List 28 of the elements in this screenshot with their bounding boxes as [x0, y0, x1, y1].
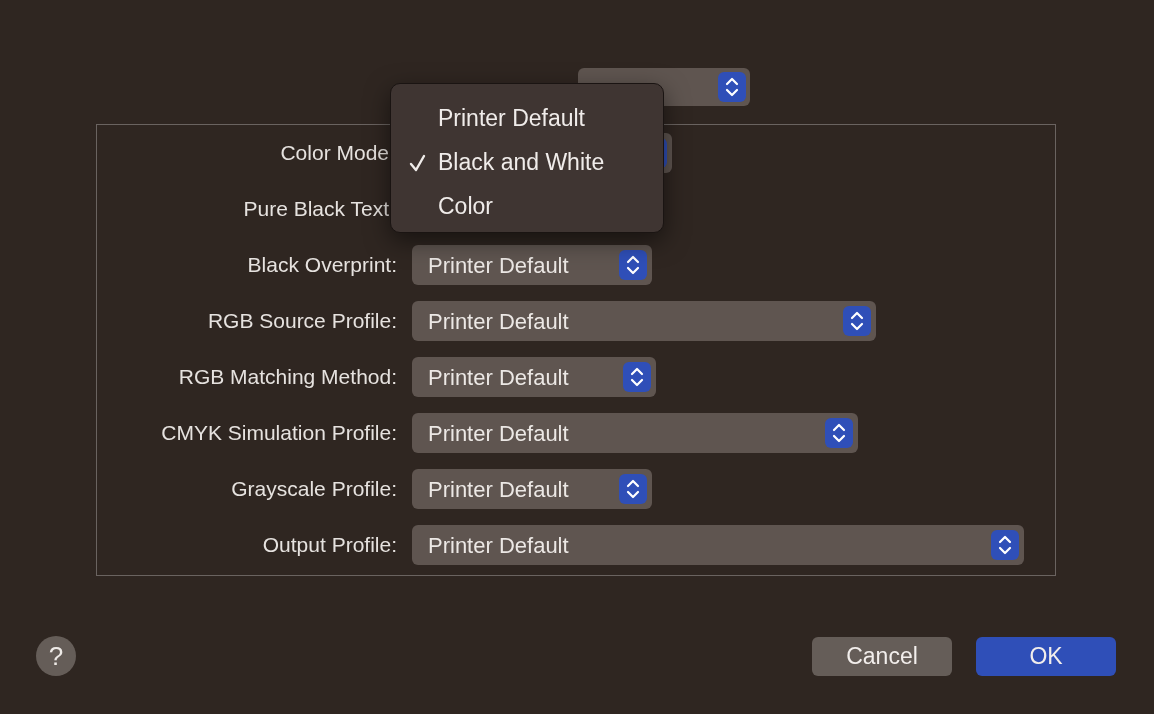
stepper-icon	[843, 306, 871, 336]
field-label: Output Profile:	[261, 532, 397, 559]
stepper-icon	[991, 530, 1019, 560]
stepper-icon	[619, 250, 647, 280]
popup-button[interactable]: Printer Default	[412, 245, 652, 285]
field-label: CMYK Simulation Profile:	[160, 420, 397, 447]
field-label: RGB Source Profile:	[206, 308, 397, 335]
menu-item[interactable]: Printer Default	[391, 96, 663, 140]
field-label: RGB Matching Method:	[177, 364, 397, 391]
field-label: Grayscale Profile:	[230, 476, 397, 503]
field-label: Color Mode	[279, 140, 390, 167]
help-button[interactable]: ?	[36, 636, 76, 676]
popup-button[interactable]: Printer Default	[412, 413, 858, 453]
popup-button[interactable]: Printer Default	[412, 357, 656, 397]
checkmark-icon	[409, 154, 426, 172]
cancel-button[interactable]: Cancel	[812, 636, 952, 676]
popup-button[interactable]: Printer Default	[412, 525, 1024, 565]
field-label: Black Overprint:	[246, 252, 397, 279]
menu-item[interactable]: Color	[391, 184, 663, 228]
stepper-icon	[718, 72, 746, 102]
menu-item[interactable]: Black and White	[391, 140, 663, 184]
stepper-icon	[825, 418, 853, 448]
popup-button[interactable]: Printer Default	[412, 301, 876, 341]
popup-button[interactable]: Printer Default	[412, 469, 652, 509]
ok-button[interactable]: OK	[976, 636, 1116, 676]
stepper-icon	[619, 474, 647, 504]
stepper-icon	[623, 362, 651, 392]
field-label: Pure Black Text	[242, 196, 390, 223]
